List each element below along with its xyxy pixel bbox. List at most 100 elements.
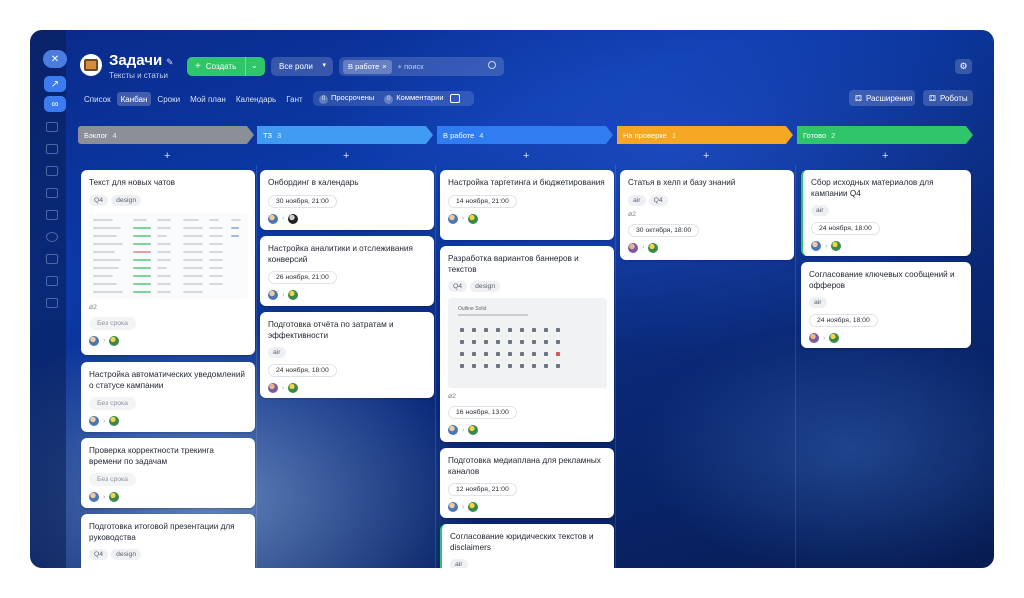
avatar[interactable] <box>648 242 659 253</box>
due-date[interactable]: 24 ноября, 18:00 <box>809 314 878 327</box>
task-card[interactable]: Согласование ключевых сообщений и офферо… <box>801 262 971 348</box>
drive-icon[interactable] <box>46 188 58 198</box>
chevron-right-icon: › <box>462 426 465 434</box>
due-date[interactable]: 26 ноября, 21:00 <box>268 271 337 284</box>
avatar[interactable] <box>288 213 299 224</box>
due-date[interactable]: Без срока <box>89 316 136 330</box>
stage-backlog[interactable]: Бэклог 4 <box>78 126 254 144</box>
avatar[interactable] <box>468 425 479 435</box>
avatar[interactable] <box>831 241 842 251</box>
add-task-button[interactable]: + <box>523 150 529 162</box>
avatar[interactable] <box>89 335 99 346</box>
due-date[interactable]: 24 ноября, 18:00 <box>268 364 337 377</box>
robots-label: Роботы <box>939 93 968 103</box>
avatar[interactable] <box>288 290 299 300</box>
chevron-right-icon: › <box>282 215 285 222</box>
add-task-button[interactable]: + <box>703 150 709 162</box>
search-icon[interactable] <box>488 61 496 69</box>
extensions-button[interactable]: ⚃ Расширения <box>849 90 915 106</box>
due-date[interactable]: Без срока <box>89 397 136 410</box>
avatar[interactable] <box>448 502 458 512</box>
task-card[interactable]: Подготовка итоговой презентации для руко… <box>81 514 255 568</box>
task-card[interactable]: Статья в хелп и базу знаний air Q4 ⌀2 30… <box>620 170 794 260</box>
tab-calendar[interactable]: Календарь <box>232 92 280 106</box>
due-date[interactable]: Без срока <box>89 473 136 486</box>
task-card[interactable]: Текст для новых чатов Q4 design ⌀2 Без с… <box>81 170 255 355</box>
avatar[interactable] <box>89 492 99 502</box>
chat-icon[interactable] <box>46 122 58 132</box>
filter-chip[interactable]: В работе × <box>343 59 392 74</box>
task-card[interactable]: Подготовка медиаплана для рекламных кана… <box>440 448 614 518</box>
create-button[interactable]: + Создать ⌄ <box>187 57 265 76</box>
avatar[interactable] <box>109 416 120 426</box>
open-external-icon[interactable]: ↗ <box>44 76 66 92</box>
overdue-filter[interactable]: 0 Просрочены <box>319 93 374 104</box>
grid-icon[interactable] <box>46 254 58 264</box>
pin-icon[interactable]: ✎ <box>166 57 174 68</box>
avatar[interactable] <box>268 290 278 300</box>
avatar[interactable] <box>468 213 479 224</box>
due-date[interactable]: 24 ноября, 18:00 <box>811 222 880 235</box>
avatar[interactable] <box>109 492 120 502</box>
add-task-button[interactable]: + <box>343 150 349 162</box>
attachment-thumbnail[interactable] <box>89 212 248 299</box>
robots-button[interactable]: ⚃ Роботы <box>923 90 973 106</box>
due-date[interactable]: 12 ноября, 21:00 <box>448 483 517 496</box>
stage-in-progress[interactable]: В работе 4 <box>437 126 613 144</box>
avatar[interactable] <box>829 333 840 343</box>
chat-icon[interactable] <box>449 94 460 103</box>
task-card[interactable]: Сбор исходных материалов для кампании Q4… <box>801 170 971 256</box>
roles-dropdown[interactable]: Все роли ▾ <box>271 57 333 76</box>
task-card[interactable]: Проверка корректности трекинга времени п… <box>81 438 255 508</box>
add-task-button[interactable]: + <box>164 150 170 162</box>
avatar[interactable] <box>288 383 299 393</box>
avatar[interactable] <box>268 213 278 224</box>
task-card[interactable]: Настройка автоматических уведомлений о с… <box>81 362 255 432</box>
avatar[interactable] <box>468 502 479 512</box>
avatar[interactable] <box>628 242 638 253</box>
search-input[interactable]: В работе × + поиск <box>339 57 504 76</box>
task-card[interactable]: Онбординг в календарь 30 ноября, 21:00 › <box>260 170 434 230</box>
avatar[interactable] <box>811 241 821 251</box>
avatar[interactable] <box>809 333 819 343</box>
add-task-button[interactable]: + <box>882 150 888 162</box>
stage-review[interactable]: На проверке 1 <box>617 126 793 144</box>
settings-icon[interactable] <box>46 298 58 308</box>
link-icon[interactable]: ∞ <box>44 96 66 112</box>
avatar[interactable] <box>448 213 458 224</box>
chevron-down-icon[interactable]: ⌄ <box>251 61 258 70</box>
target-icon[interactable] <box>46 232 58 242</box>
due-date[interactable]: 16 ноября, 13:00 <box>448 406 517 419</box>
task-card[interactable]: Согласование юридических текстов и discl… <box>440 524 614 568</box>
task-card[interactable]: Настройка аналитики и отслеживания конве… <box>260 236 434 306</box>
filter-chip-label: В работе <box>348 62 380 71</box>
remove-chip-icon[interactable]: × <box>382 62 386 71</box>
due-date[interactable]: 14 ноября, 21:00 <box>448 194 517 208</box>
attachment-thumbnail[interactable]: Outline Solid <box>448 298 607 388</box>
close-button[interactable]: ✕ <box>43 50 67 68</box>
avatar[interactable] <box>448 425 458 435</box>
comments-filter[interactable]: 0 Комментарии <box>384 93 444 104</box>
task-card[interactable]: Подготовка отчёта по затратам и эффектив… <box>260 312 434 398</box>
tab-my-plan[interactable]: Мой план <box>186 92 230 106</box>
stage-spec[interactable]: ТЗ 3 <box>257 126 433 144</box>
avatar[interactable] <box>268 383 278 393</box>
mail-icon[interactable] <box>46 210 58 220</box>
chart-icon[interactable] <box>46 276 58 286</box>
avatar[interactable] <box>109 335 120 346</box>
task-card[interactable]: Разработка вариантов баннеров и текстов … <box>440 246 614 442</box>
tab-gantt[interactable]: Гант <box>282 92 306 106</box>
task-card[interactable]: Настройка таргетинга и бюджетирования 14… <box>440 170 614 240</box>
due-date[interactable]: 30 ноября, 21:00 <box>268 194 337 208</box>
document-icon[interactable] <box>46 166 58 176</box>
tab-deadlines[interactable]: Сроки <box>153 92 184 106</box>
avatar[interactable] <box>89 416 99 426</box>
tab-kanban[interactable]: Канбан <box>116 92 152 106</box>
attachment-count: ⌀2 <box>448 392 607 400</box>
stage-done[interactable]: Готово 2 <box>797 126 973 144</box>
gear-icon[interactable]: ⚙ <box>955 59 972 74</box>
chevron-right-icon: › <box>103 417 106 425</box>
due-date[interactable]: 30 октября, 18:00 <box>628 223 700 237</box>
tab-list[interactable]: Список <box>80 92 115 106</box>
calendar-icon[interactable] <box>46 144 58 154</box>
